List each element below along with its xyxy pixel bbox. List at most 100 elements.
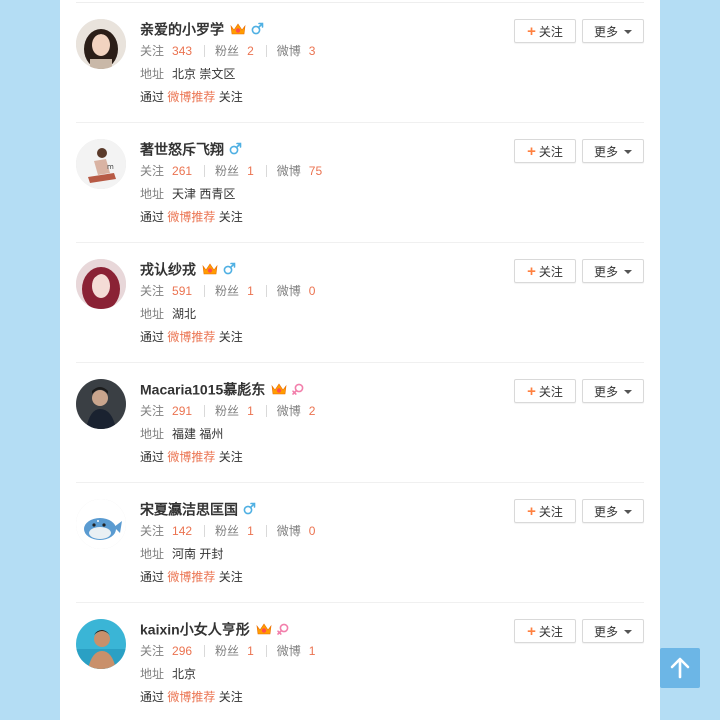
follow-button[interactable]: + 关注 — [514, 19, 576, 43]
user-name-link[interactable]: 亲爱的小罗学 — [140, 21, 224, 37]
avatar[interactable] — [76, 259, 126, 309]
follow-button[interactable]: + 关注 — [514, 379, 576, 403]
weibo-recommend-link[interactable]: 微博推荐 — [167, 330, 215, 344]
fans-count: 1 — [247, 404, 254, 418]
following-stat[interactable]: 关注 296 — [140, 641, 192, 661]
caret-down-icon — [624, 29, 632, 34]
more-button-label: 更多 — [593, 625, 618, 639]
address-row: 地址 北京 — [140, 664, 504, 684]
address-value: 福建 福州 — [172, 427, 224, 441]
name-row: kaixin小女人亨彤 — [140, 618, 504, 638]
weibo-recommend-link[interactable]: 微博推荐 — [167, 90, 215, 104]
weibo-stat[interactable]: 微博 0 — [277, 281, 316, 301]
fans-count: 1 — [247, 284, 254, 298]
follow-button[interactable]: + 关注 — [514, 139, 576, 163]
via-suffix: 关注 — [218, 450, 243, 464]
avatar[interactable]: m — [76, 139, 126, 189]
more-button[interactable]: 更多 — [582, 619, 644, 643]
weibo-stat[interactable]: 微博 3 — [277, 41, 316, 61]
weibo-stat[interactable]: 微博 2 — [277, 401, 316, 421]
more-button[interactable]: 更多 — [582, 379, 644, 403]
fans-stat[interactable]: 粉丝 1 — [215, 401, 254, 421]
following-count: 343 — [172, 44, 193, 58]
fans-stat[interactable]: 粉丝 1 — [215, 161, 254, 181]
divider — [204, 284, 206, 297]
address-row: 地址 北京 崇文区 — [140, 64, 504, 84]
user-list-panel: 亲爱的小罗学 关注 343 粉丝 2 微博 3 地址 北京 崇文区 通过 微博推荐 关注 +… — [60, 0, 660, 720]
weibo-label: 微博 — [276, 284, 301, 298]
plus-icon: + — [527, 263, 536, 280]
address-value: 北京 崇文区 — [172, 67, 236, 81]
weibo-recommend-link[interactable]: 微博推荐 — [167, 690, 215, 704]
avatar[interactable] — [76, 19, 126, 69]
caret-down-icon — [624, 389, 632, 394]
vip-crown-icon[interactable] — [271, 382, 287, 396]
user-name-link[interactable]: 宋夏瀛洁思匡国 — [140, 501, 238, 517]
follow-button-label: 关注 — [538, 505, 563, 519]
divider — [204, 404, 206, 417]
avatar[interactable] — [76, 379, 126, 429]
more-button[interactable]: 更多 — [582, 259, 644, 283]
weibo-count: 3 — [308, 44, 316, 58]
more-button[interactable]: 更多 — [582, 19, 644, 43]
weibo-count: 2 — [308, 404, 316, 418]
name-row: 亲爱的小罗学 — [140, 18, 504, 38]
male-icon — [251, 22, 264, 35]
more-button[interactable]: 更多 — [582, 499, 644, 523]
fans-count: 1 — [247, 164, 254, 178]
fans-stat[interactable]: 粉丝 2 — [215, 41, 254, 61]
following-stat[interactable]: 关注 343 — [140, 41, 192, 61]
vip-crown-icon[interactable] — [230, 22, 246, 36]
female-icon — [276, 623, 289, 636]
user-card: 宋夏瀛洁思匡国 关注 142 粉丝 1 微博 0 地址 河南 开封 通过 微博推荐 关注 +… — [76, 483, 644, 603]
following-count: 261 — [172, 164, 193, 178]
fans-stat[interactable]: 粉丝 1 — [215, 281, 254, 301]
following-count: 291 — [172, 404, 193, 418]
following-stat[interactable]: 关注 142 — [140, 521, 192, 541]
following-count: 142 — [172, 524, 193, 538]
vip-crown-icon[interactable] — [202, 262, 218, 276]
fans-stat[interactable]: 粉丝 1 — [215, 521, 254, 541]
weibo-recommend-link[interactable]: 微博推荐 — [167, 210, 215, 224]
male-icon — [229, 142, 242, 155]
avatar[interactable] — [76, 499, 126, 549]
via-row: 通过 微博推荐 关注 — [140, 87, 504, 107]
user-name-link[interactable]: Macaria1015慕彪东 — [140, 381, 265, 397]
weibo-stat[interactable]: 微博 75 — [277, 161, 322, 181]
address-value: 北京 — [172, 667, 197, 681]
more-button[interactable]: 更多 — [582, 139, 644, 163]
user-name-link[interactable]: kaixin小女人亨彤 — [140, 621, 250, 637]
following-stat[interactable]: 关注 291 — [140, 401, 192, 421]
weibo-recommend-link[interactable]: 微博推荐 — [167, 450, 215, 464]
back-to-top-button[interactable] — [660, 648, 700, 688]
weibo-recommend-link[interactable]: 微博推荐 — [167, 570, 215, 584]
via-prefix: 通过 — [140, 330, 165, 344]
avatar-image — [76, 379, 126, 429]
divider — [204, 164, 206, 177]
following-count: 591 — [172, 284, 193, 298]
name-row: 宋夏瀛洁思匡国 — [140, 498, 504, 518]
plus-icon: + — [527, 623, 536, 640]
fans-stat[interactable]: 粉丝 1 — [215, 641, 254, 661]
follow-button[interactable]: + 关注 — [514, 259, 576, 283]
following-label: 关注 — [140, 284, 165, 298]
user-name-link[interactable]: 戎认纱戎 — [140, 261, 196, 277]
avatar-image: m — [76, 139, 126, 189]
vip-crown-icon[interactable] — [256, 622, 272, 636]
plus-icon: + — [527, 383, 536, 400]
via-prefix: 通过 — [140, 450, 165, 464]
avatar[interactable] — [76, 619, 126, 669]
following-stat[interactable]: 关注 261 — [140, 161, 192, 181]
divider — [265, 44, 267, 57]
follow-button[interactable]: + 关注 — [514, 619, 576, 643]
more-button-label: 更多 — [593, 265, 618, 279]
weibo-stat[interactable]: 微博 1 — [277, 641, 316, 661]
divider — [204, 644, 206, 657]
user-name-link[interactable]: 著世怒斥飞翔 — [140, 141, 224, 157]
follow-button[interactable]: + 关注 — [514, 499, 576, 523]
weibo-stat[interactable]: 微博 0 — [277, 521, 316, 541]
following-stat[interactable]: 关注 591 — [140, 281, 192, 301]
address-value: 湖北 — [172, 307, 197, 321]
following-label: 关注 — [140, 644, 165, 658]
svg-text:m: m — [107, 163, 114, 171]
